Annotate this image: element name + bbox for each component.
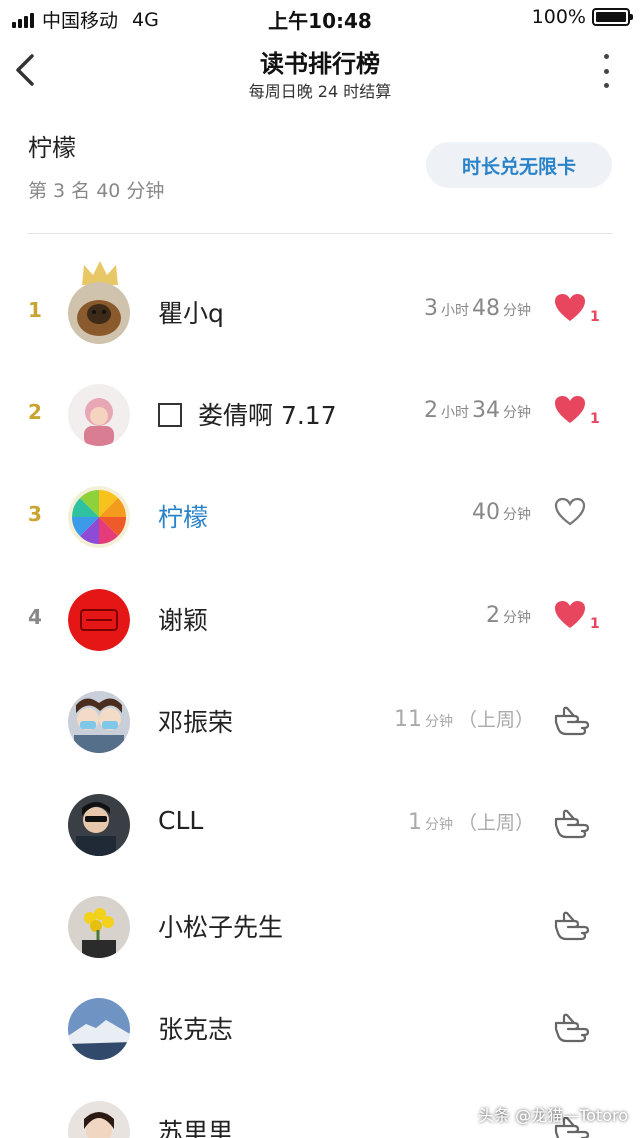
battery-icon (592, 8, 633, 26)
heart-icon (555, 601, 585, 628)
page-title: 读书排行榜 (260, 50, 380, 78)
list-item[interactable]: 3 柠檬 40 分钟 (0, 465, 640, 568)
my-rank-text: 第 3 名 40 分钟 (28, 180, 165, 202)
status-right: 100% (531, 6, 633, 28)
avatar[interactable] (68, 691, 130, 753)
user-name: CLL (158, 806, 204, 835)
rank-number: 3 (28, 502, 42, 526)
avatar[interactable] (68, 998, 130, 1060)
heart-icon (555, 396, 585, 423)
like-count: 1 (590, 411, 600, 427)
list-item[interactable]: 1 瞿小q 3 小时 48 分钟 1 (0, 261, 640, 364)
heart-icon (555, 294, 585, 321)
like-button[interactable]: 1 (554, 293, 604, 333)
exchange-button[interactable]: 时长兑无限卡 (426, 142, 612, 188)
reading-duration: 11 分钟 （上周） (393, 707, 534, 732)
avatar[interactable] (68, 1101, 130, 1138)
my-ranking: 柠檬 第 3 名 40 分钟 时长兑无限卡 (0, 106, 640, 234)
like-count: 1 (590, 309, 600, 325)
my-name: 柠檬 (28, 134, 76, 162)
like-button[interactable]: 1 (554, 395, 604, 435)
like-count: 1 (590, 616, 600, 632)
rank-number: 4 (28, 605, 42, 629)
list-item[interactable]: 小松子先生 (0, 875, 640, 978)
battery-percent: 100% (531, 6, 586, 28)
reading-duration: 40 分钟 (472, 500, 531, 525)
avatar[interactable] (68, 282, 130, 344)
user-name: 柠檬 (158, 503, 209, 532)
poke-hand-icon[interactable] (554, 1011, 592, 1045)
poke-hand-icon[interactable] (554, 807, 592, 841)
rank-number: 1 (28, 298, 42, 322)
reading-duration: 2 分钟 (486, 603, 531, 628)
list-item[interactable]: 张克志 (0, 977, 640, 1080)
reading-duration: 2 小时 34 分钟 (424, 398, 531, 423)
user-name: 小松子先生 (158, 913, 284, 942)
avatar[interactable] (68, 896, 130, 958)
divider (28, 233, 612, 234)
poke-hand-icon[interactable] (554, 704, 592, 738)
user-name: 娄倩啊 7.17 (158, 396, 337, 432)
checkbox-icon (158, 403, 182, 427)
list-item[interactable]: CLL 1 分钟 （上周） (0, 773, 640, 876)
reading-duration: 1 分钟 （上周） (407, 810, 534, 835)
status-bar: 中国移动 4G 上午10:48 100% (0, 0, 640, 36)
page-subtitle: 每周日晚 24 时结算 (248, 82, 392, 101)
avatar[interactable] (68, 486, 130, 548)
list-item[interactable]: 4 谢颖 2 分钟 1 (0, 568, 640, 671)
reading-duration: 3 小时 48 分钟 (424, 296, 531, 321)
user-name: 邓振荣 (158, 708, 234, 737)
list-item[interactable]: 邓振荣 11 分钟 （上周） (0, 670, 640, 773)
user-name: 谢颖 (158, 606, 209, 635)
nav-bar: 读书排行榜 每周日晚 24 时结算 (0, 36, 640, 106)
list-item[interactable]: 2 娄倩啊 7.17 2 小时 34 分钟 1 (0, 363, 640, 466)
avatar[interactable] (68, 794, 130, 856)
more-icon[interactable] (600, 54, 612, 88)
like-button[interactable] (554, 497, 604, 537)
rank-number: 2 (28, 400, 42, 424)
avatar[interactable] (68, 384, 130, 446)
poke-hand-icon[interactable] (554, 909, 592, 943)
watermark: 头条 @龙猫—Totoro (477, 1106, 628, 1125)
like-button[interactable]: 1 (554, 600, 604, 640)
avatar[interactable] (68, 589, 130, 651)
heart-outline-icon (554, 497, 586, 526)
user-name: 张克志 (158, 1015, 234, 1044)
user-name: 瞿小q (158, 299, 224, 328)
user-name: 苏里里 (158, 1118, 234, 1138)
